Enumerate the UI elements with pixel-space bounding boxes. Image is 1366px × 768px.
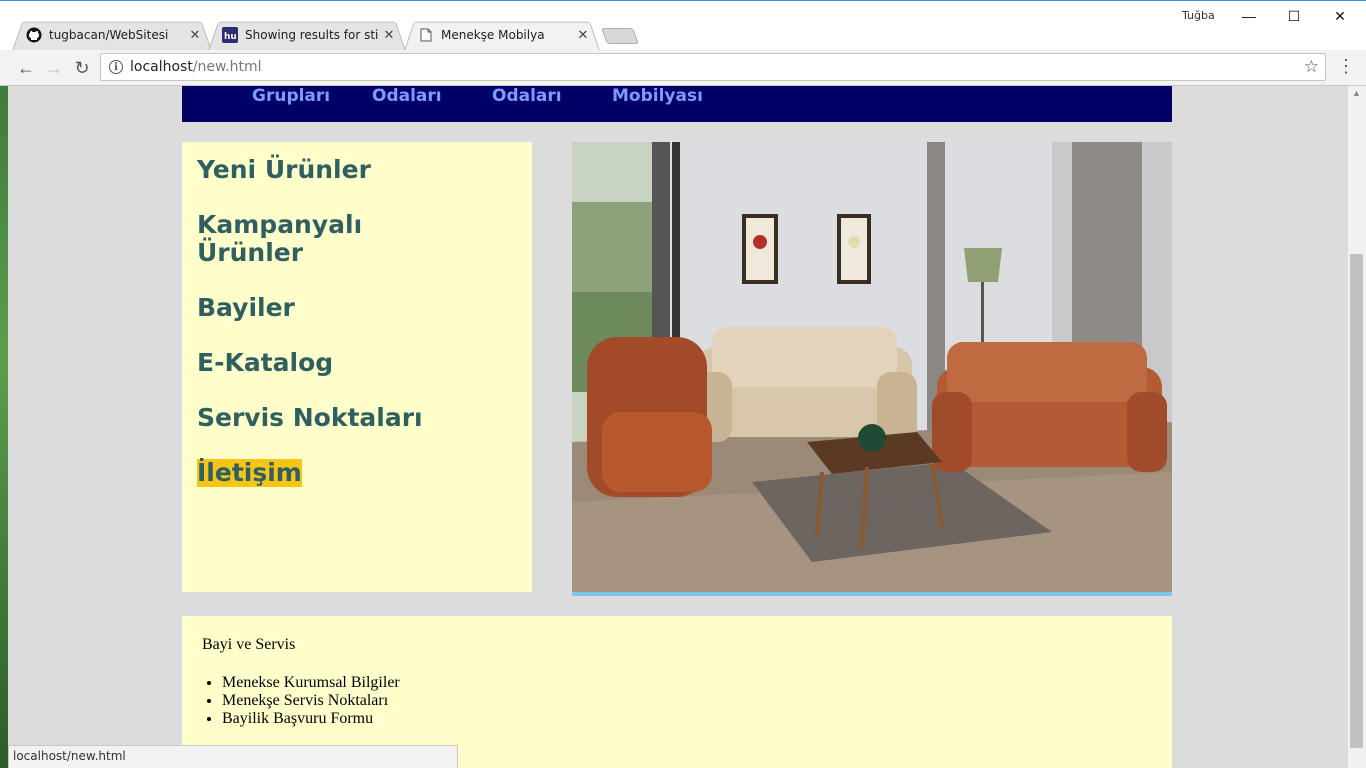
maximize-icon[interactable]: ☐ xyxy=(1274,5,1314,27)
sidebar-link-yeni-urunler[interactable]: Yeni Ürünler xyxy=(197,156,517,184)
footer-heading: Bayi ve Servis xyxy=(202,636,296,653)
sidebar-link-servis-noktalari[interactable]: Servis Noktaları xyxy=(197,404,517,432)
sidebar-link-iletisim[interactable]: İletişim xyxy=(197,459,302,487)
nav-link-gruplari[interactable]: Grupları xyxy=(252,86,330,106)
top-navigation: Grupları Odaları Odaları Mobilyası xyxy=(182,86,1172,122)
new-tab-button[interactable] xyxy=(601,28,639,44)
browser-menu-icon[interactable]: ⋮ xyxy=(1336,56,1356,80)
page-viewport: Grupları Odaları Odaları Mobilyası Yeni … xyxy=(8,86,1348,768)
site-logo-icon: hu xyxy=(222,26,238,43)
nav-link-mobilyasi[interactable]: Mobilyası xyxy=(612,86,703,106)
close-tab-icon[interactable]: ✕ xyxy=(382,27,396,43)
browser-titlebar: tugbacan/WebSitesi ✕ hu Showing results … xyxy=(0,0,1366,51)
close-window-icon[interactable]: ✕ xyxy=(1320,5,1360,27)
tab-title: Menekşe Mobilya xyxy=(441,27,545,42)
nav-link-odalari-1[interactable]: Odaları xyxy=(372,86,442,106)
tab-search-results[interactable]: hu Showing results for stil.cs ✕ xyxy=(208,18,406,51)
address-host: localhost xyxy=(130,59,193,75)
page-icon xyxy=(418,27,434,43)
info-icon[interactable]: i xyxy=(109,60,123,74)
reload-icon[interactable]: ↻ xyxy=(70,56,94,80)
address-path: /new.html xyxy=(192,59,262,75)
footer-link-list: Menekse Kurumsal Bilgiler Menekşe Servis… xyxy=(222,674,1152,728)
forward-arrow-icon[interactable]: → xyxy=(42,56,66,80)
close-tab-icon[interactable]: ✕ xyxy=(188,27,202,43)
tab-github[interactable]: tugbacan/WebSitesi ✕ xyxy=(12,18,212,51)
browser-toolbar: ← → ↻ i localhost/new.html ☆ ⋮ xyxy=(0,50,1366,86)
tab-title: Showing results for stil.cs xyxy=(245,27,378,42)
scroll-up-icon[interactable]: ▲ xyxy=(1352,88,1361,98)
svg-text:hu: hu xyxy=(224,32,237,42)
sidebar-link-kampanyali-urunler[interactable]: Kampanyalı Ürünler xyxy=(197,211,397,267)
scrollbar-thumb[interactable] xyxy=(1350,254,1363,748)
hero-image xyxy=(572,142,1172,596)
sidebar-link-bayiler[interactable]: Bayiler xyxy=(197,294,517,322)
tab-title: tugbacan/WebSitesi xyxy=(49,27,169,42)
github-icon xyxy=(26,27,42,43)
minimize-icon[interactable]: — xyxy=(1229,5,1269,27)
close-tab-icon[interactable]: ✕ xyxy=(576,27,590,43)
profile-name[interactable]: Tuğba xyxy=(1182,9,1215,22)
tab-menekse-mobilya[interactable]: Menekşe Mobilya ✕ xyxy=(404,18,600,51)
desktop-edge xyxy=(0,86,8,768)
sidebar-link-e-katalog[interactable]: E-Katalog xyxy=(197,349,517,377)
footer-link-bayilik[interactable]: Bayilik Başvuru Formu xyxy=(222,710,1152,728)
status-bubble: localhost/new.html xyxy=(8,745,458,768)
vertical-scrollbar[interactable]: ▲ xyxy=(1348,86,1366,768)
back-arrow-icon[interactable]: ← xyxy=(14,56,38,80)
footer-link-servis[interactable]: Menekşe Servis Noktaları xyxy=(222,692,1152,710)
bookmark-star-icon[interactable]: ☆ xyxy=(1304,57,1319,77)
sidebar-menu: Yeni Ürünler Kampanyalı Ürünler Bayiler … xyxy=(182,142,532,592)
footer-link-kurumsal[interactable]: Menekse Kurumsal Bilgiler xyxy=(222,674,1152,692)
address-bar[interactable]: i localhost/new.html ☆ xyxy=(100,53,1326,81)
living-room-illustration xyxy=(572,142,1172,592)
nav-link-odalari-2[interactable]: Odaları xyxy=(492,86,562,106)
